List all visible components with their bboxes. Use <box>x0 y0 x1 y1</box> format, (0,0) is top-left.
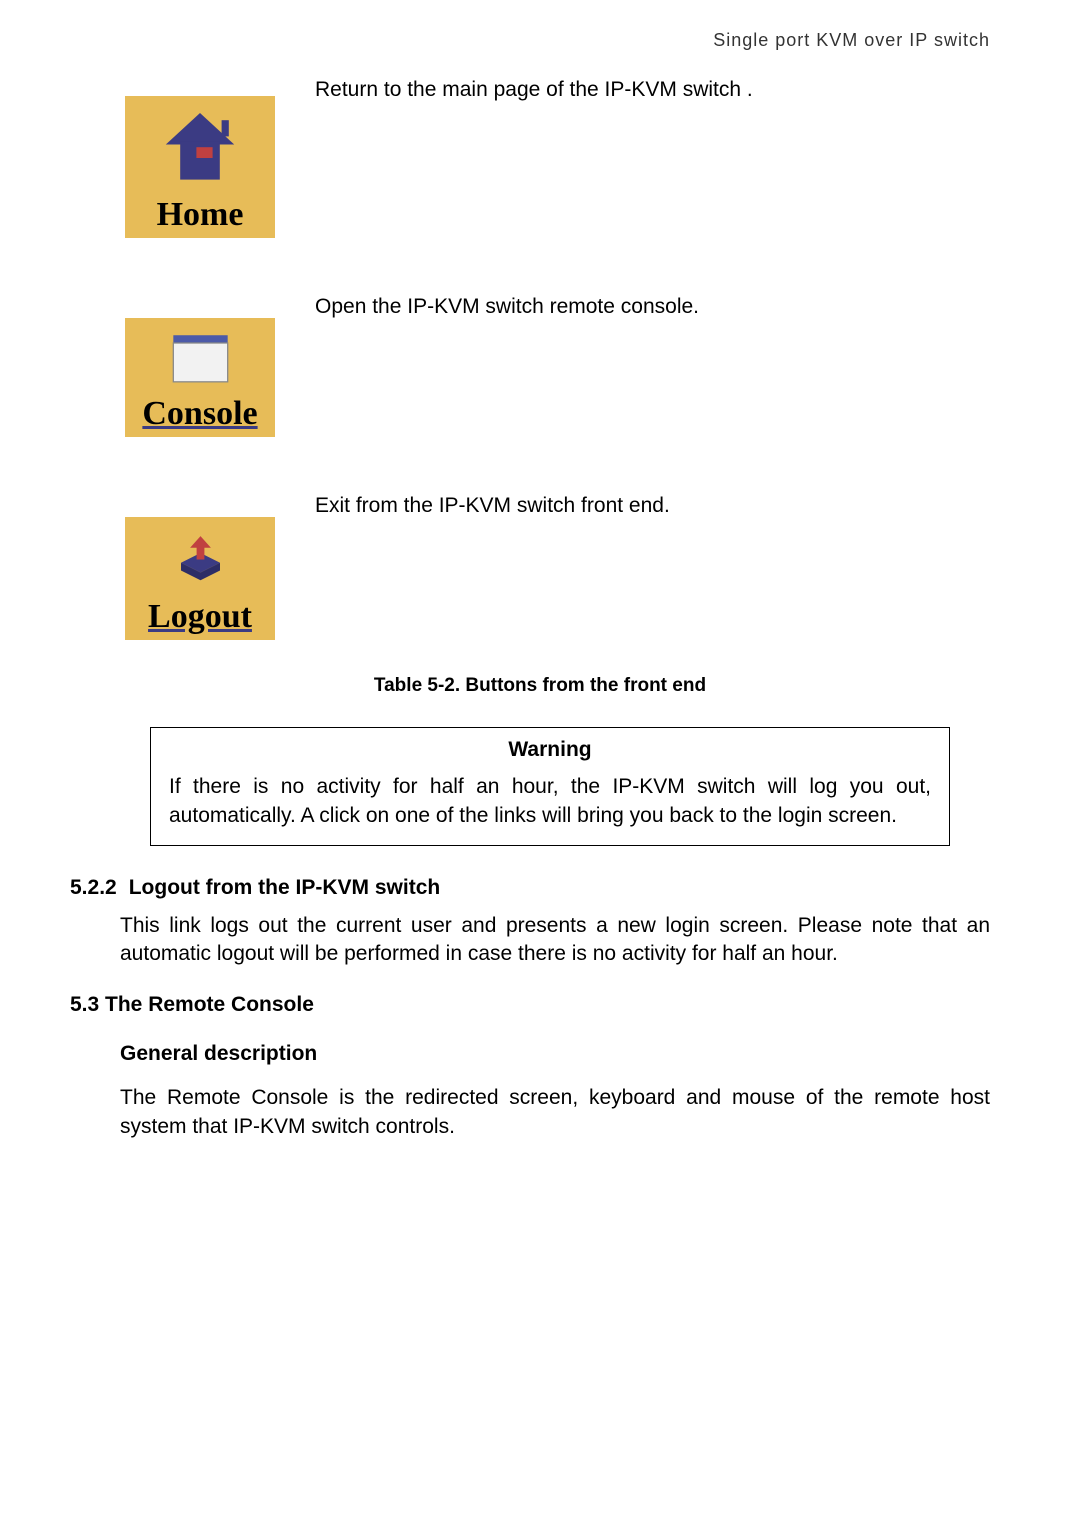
console-button[interactable]: Console <box>125 318 275 437</box>
logout-button-label: Logout <box>148 600 252 634</box>
console-description: Open the IP-KVM switch remote console. <box>310 293 990 321</box>
section-5-2-2-heading: 5.2.2 Logout from the IP-KVM switch <box>70 876 990 900</box>
logout-icon <box>168 527 233 592</box>
warning-box: Warning If there is no activity for half… <box>150 727 950 846</box>
section-5-2-2-body: This link logs out the current user and … <box>120 912 990 969</box>
warning-title: Warning <box>169 738 931 762</box>
button-row-console: Console Open the IP-KVM switch remote co… <box>90 293 990 437</box>
icon-cell: Console <box>90 293 310 437</box>
section-5-3-heading: 5.3 The Remote Console <box>70 993 990 1017</box>
button-row-logout: Logout Exit from the IP-KVM switch front… <box>90 492 990 640</box>
icon-cell: Logout <box>90 492 310 640</box>
home-button-label: Home <box>157 198 244 232</box>
page-header: Single port KVM over IP switch <box>90 30 990 51</box>
home-description: Return to the main page of the IP-KVM sw… <box>310 76 990 104</box>
icon-cell: Home <box>90 76 310 238</box>
section-title: Logout from the IP-KVM switch <box>129 876 440 900</box>
section-5-3-body: The Remote Console is the redirected scr… <box>120 1084 990 1141</box>
home-button[interactable]: Home <box>125 96 275 238</box>
section-number: 5.2.2 <box>70 876 117 900</box>
document-page: Single port KVM over IP switch Home Retu… <box>0 0 1080 1528</box>
logout-button[interactable]: Logout <box>125 517 275 640</box>
section-5-3-subheading: General description <box>120 1042 990 1066</box>
warning-body: If there is no activity for half an hour… <box>169 772 931 831</box>
console-button-label: Console <box>142 397 257 431</box>
table-caption: Table 5-2. Buttons from the front end <box>90 675 990 697</box>
home-icon <box>155 104 245 194</box>
button-row-home: Home Return to the main page of the IP-K… <box>90 76 990 238</box>
logout-description: Exit from the IP-KVM switch front end. <box>310 492 990 520</box>
console-icon <box>168 332 233 387</box>
